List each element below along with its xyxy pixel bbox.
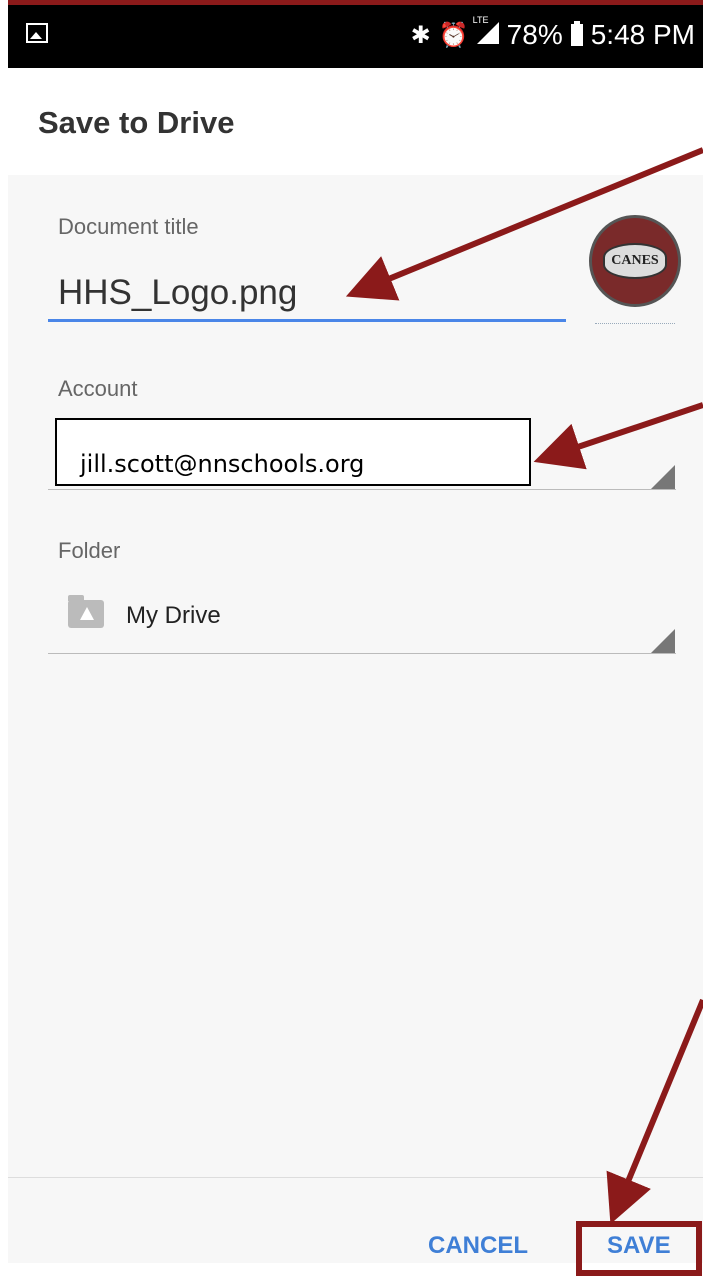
annotation-arrows [345, 147, 703, 1225]
arrow-to-account [533, 402, 703, 470]
arrow-to-save [606, 998, 703, 1225]
arrow-to-title [345, 147, 703, 301]
